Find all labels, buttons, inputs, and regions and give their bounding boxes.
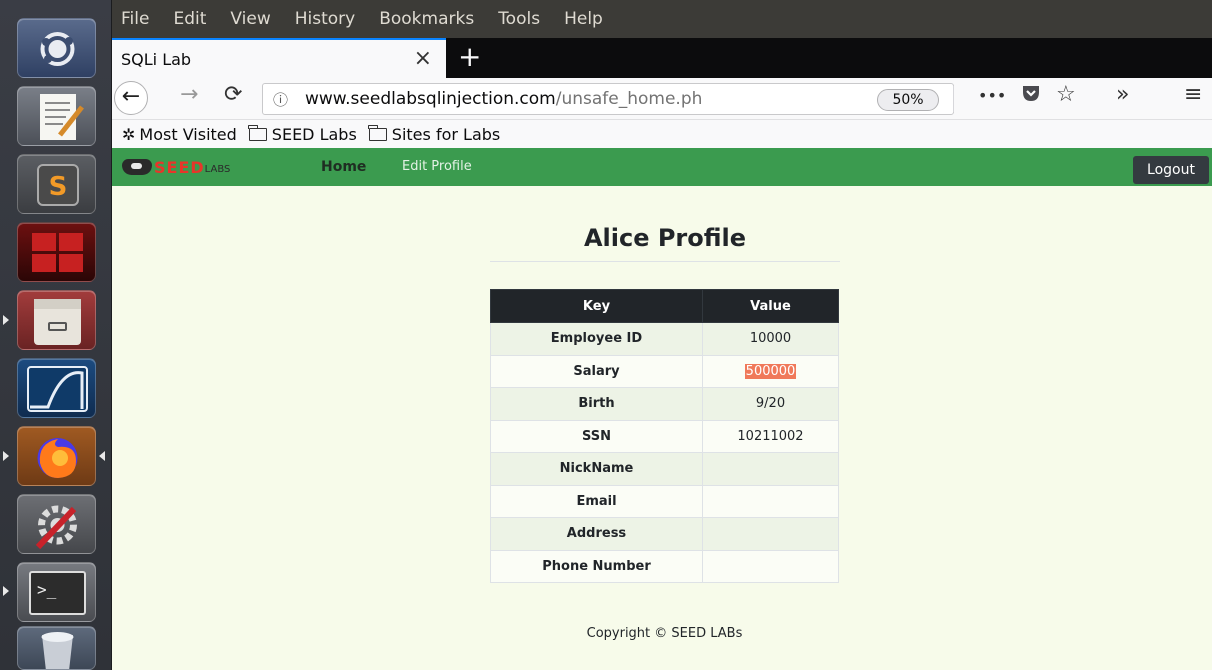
logo-shield-icon (122, 159, 152, 175)
menu-file[interactable]: File (121, 9, 149, 29)
table-row: Birth 9/20 (490, 387, 839, 421)
bookmark-star-icon[interactable]: ☆ (1056, 82, 1076, 107)
site-navbar: SEED LABS Home Edit Profile Logout (112, 148, 1212, 186)
menu-history[interactable]: History (295, 9, 355, 29)
row-key: SSN (490, 419, 703, 453)
reload-icon[interactable]: ⟳ (224, 82, 242, 107)
row-value (702, 452, 839, 486)
logout-button[interactable]: Logout (1133, 156, 1209, 184)
url-path: /unsafe_home.ph (555, 89, 703, 109)
row-key: Employee ID (490, 322, 703, 356)
file-manager-icon[interactable] (17, 290, 96, 350)
page-title: Alice Profile (583, 224, 747, 252)
folder-icon (248, 124, 267, 141)
seed-labs-logo[interactable]: SEED LABS (122, 157, 231, 177)
running-indicator (3, 586, 9, 596)
row-key: Salary (490, 354, 703, 388)
row-value (702, 549, 839, 583)
row-value: 500000 (702, 354, 839, 388)
bookmark-most-visited[interactable]: ✲ Most Visited (122, 125, 237, 144)
nav-link-home[interactable]: Home (321, 159, 366, 175)
table-row: SSN 10211002 (490, 419, 839, 453)
back-arrow-icon[interactable]: ← (114, 81, 148, 115)
column-header-key: Key (490, 289, 703, 323)
row-key: NickName (490, 452, 703, 486)
menu-bookmarks[interactable]: Bookmarks (379, 9, 474, 29)
unity-launcher: S >_ (0, 0, 112, 670)
menu-help[interactable]: Help (564, 9, 603, 29)
bookmark-label: Sites for Labs (391, 124, 501, 144)
logo-subtext: LABS (204, 163, 231, 175)
tab-close-icon[interactable]: × (414, 46, 432, 71)
sublime-text-icon[interactable]: S (17, 154, 96, 214)
folder-icon (368, 124, 387, 141)
menu-view[interactable]: View (230, 9, 270, 29)
row-key: Address (490, 517, 703, 551)
row-value: 10000 (702, 322, 839, 356)
logo-text: SEED (154, 157, 205, 177)
firefox-icon[interactable] (17, 426, 96, 486)
zoom-level-badge[interactable]: 50% (877, 89, 939, 111)
url-text[interactable]: www.seedlabsqlinjection.com/unsafe_home.… (305, 89, 825, 109)
tab-strip: SQLi Lab × + (112, 38, 1212, 78)
bookmark-label: SEED Labs (271, 124, 357, 144)
selected-salary-value[interactable]: 500000 (744, 363, 797, 379)
title-divider (490, 261, 840, 262)
table-row: Employee ID 10000 (490, 322, 839, 356)
table-row: NickName (490, 452, 839, 486)
running-indicator (3, 315, 9, 325)
menu-tools[interactable]: Tools (498, 9, 540, 29)
new-tab-icon[interactable]: + (458, 40, 481, 73)
table-row: Phone Number (490, 549, 839, 583)
terminal-icon[interactable]: >_ (17, 562, 96, 622)
bookmark-sites-for-labs[interactable]: Sites for Labs (368, 124, 501, 144)
text-editor-icon[interactable] (17, 86, 96, 146)
row-value (702, 517, 839, 551)
overflow-chevron-icon[interactable]: » (1116, 82, 1129, 107)
row-key: Birth (490, 387, 703, 421)
column-header-value: Value (702, 289, 839, 323)
bookmarks-toolbar: ✲ Most Visited SEED Labs Sites for Labs (112, 120, 1212, 148)
terminal-multiplexer-icon[interactable] (17, 222, 96, 282)
url-bar-divider (953, 86, 954, 112)
ubuntu-dash-icon[interactable] (17, 18, 96, 78)
table-row: Address (490, 517, 839, 551)
url-host: www.seedlabsqlinjection.com (305, 89, 556, 109)
navigation-toolbar: ← → ⟳ ⓘ www.seedlabsqlinjection.com/unsa… (112, 78, 1212, 120)
tab-title: SQLi Lab (121, 49, 192, 69)
table-row: Salary 500000 (490, 354, 839, 388)
hamburger-menu-icon[interactable]: ≡ (1184, 82, 1202, 107)
trash-icon[interactable] (17, 626, 96, 670)
nav-link-edit-profile[interactable]: Edit Profile (402, 159, 472, 174)
forward-arrow-icon[interactable]: → (180, 82, 198, 107)
running-indicator (3, 451, 9, 461)
row-key: Email (490, 484, 703, 518)
menu-edit[interactable]: Edit (173, 9, 206, 29)
profile-table: Key Value Employee ID 10000 Salary 50000… (490, 289, 839, 583)
system-settings-icon[interactable] (17, 494, 96, 554)
focused-indicator (99, 451, 105, 461)
row-value (702, 484, 839, 518)
row-key: Phone Number (490, 549, 703, 583)
row-value: 9/20 (702, 387, 839, 421)
wireshark-icon[interactable] (17, 358, 96, 418)
row-value: 10211002 (702, 419, 839, 453)
page-viewport: SEED LABS Home Edit Profile Logout Alice… (112, 148, 1212, 670)
bookmark-label: Most Visited (139, 124, 237, 144)
svg-text:>_: >_ (37, 580, 57, 599)
svg-text:S: S (49, 172, 68, 202)
info-icon[interactable]: ⓘ (273, 89, 295, 110)
page-actions-icon[interactable]: ••• (978, 86, 1006, 105)
pocket-icon[interactable] (1020, 82, 1042, 110)
table-header-row: Key Value (490, 289, 839, 323)
table-row: Email (490, 484, 839, 518)
browser-menubar: File Edit View History Bookmarks Tools H… (112, 0, 1212, 38)
bookmark-seed-labs[interactable]: SEED Labs (248, 124, 357, 144)
url-bar[interactable]: ⓘ www.seedlabsqlinjection.com/unsafe_hom… (262, 83, 954, 115)
gear-icon: ✲ (122, 124, 136, 144)
tab-sqli-lab[interactable]: SQLi Lab × (112, 38, 446, 78)
footer-copyright: Copyright © SEED LABs (586, 626, 743, 641)
